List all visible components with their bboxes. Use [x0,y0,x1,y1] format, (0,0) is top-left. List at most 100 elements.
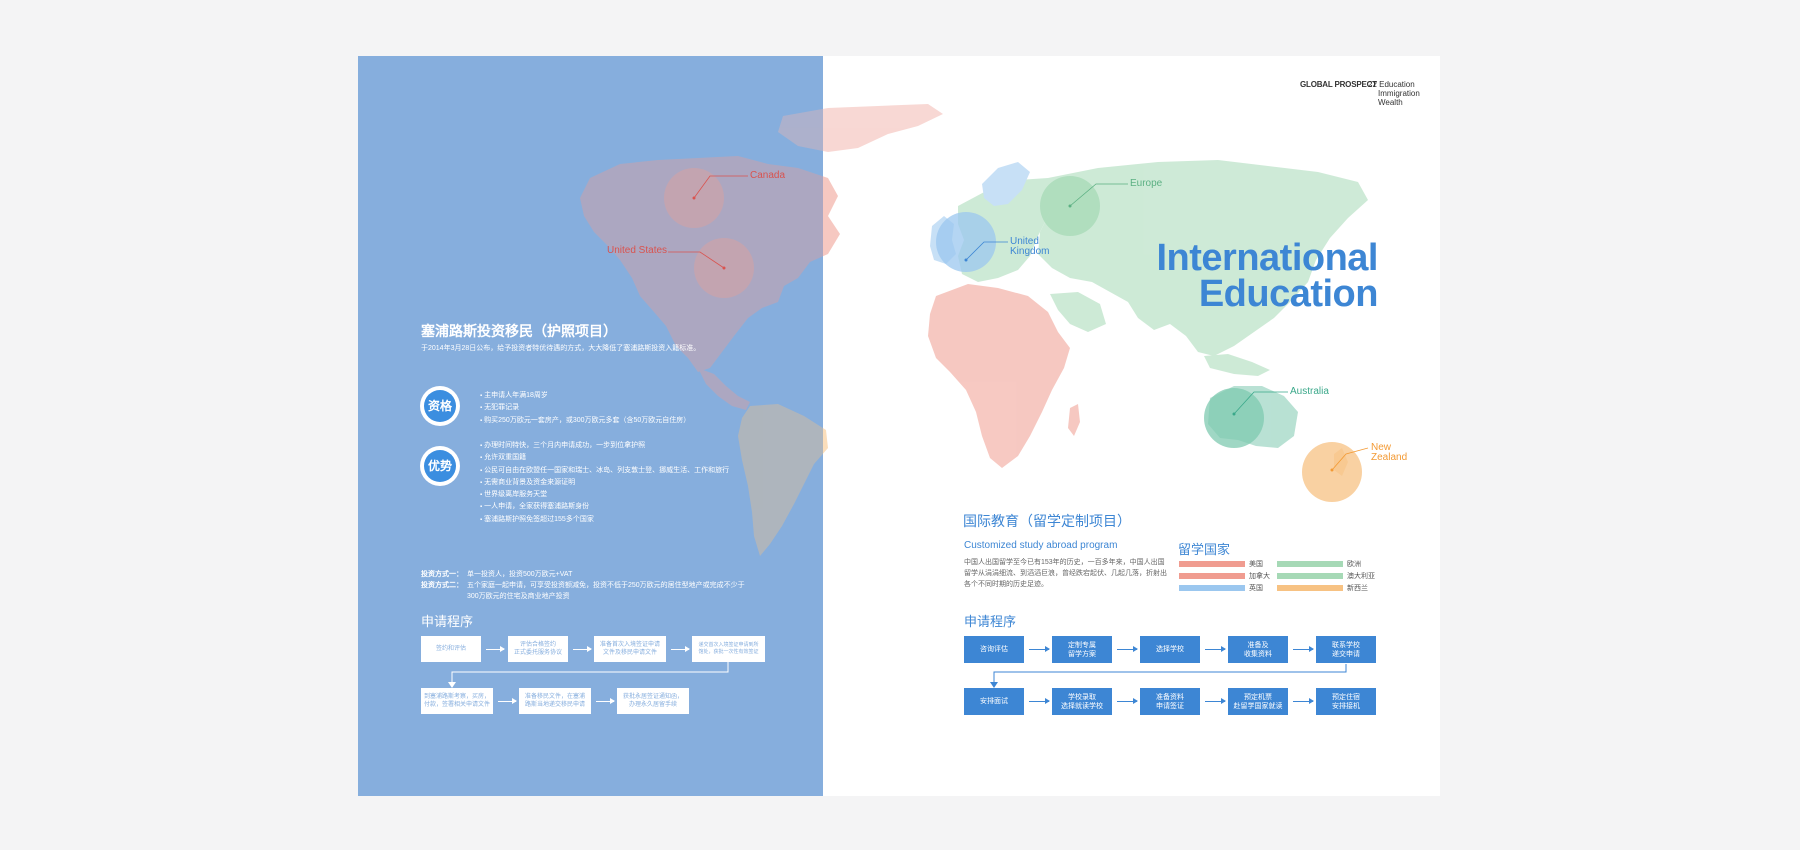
left-process-title: 申请程序 [421,614,474,629]
madagascar-landmass [1068,404,1080,436]
map-label-nz-line2: Zealand [1371,452,1408,463]
list-item: 无需商业背景及资金来源证明 [480,477,729,489]
step-text: 文件及移民申请文件 [602,650,657,656]
list-item: 公民可自由在欧盟任一国家和瑞士、冰岛、列支敦士登、挪威生活、工作和旅行 [480,465,729,477]
arrow-right-icon [671,646,690,652]
arrow-right-icon [1117,646,1138,652]
arrow-right-icon [1029,646,1050,652]
legend-swatch [1277,561,1343,567]
list-item: 一人申请，全家获得塞浦路斯身份 [480,501,729,513]
map-label-europe: Europe [1130,178,1163,189]
step-text: 准备资料 [1156,693,1184,701]
legend-swatch [1179,561,1245,567]
left-step-1: 签约和评估 [421,636,481,662]
right-step-2: 定制专属 留学方案 [1052,636,1112,663]
investment-method-1: 投资方式一： 单一投资人，投资500万欧元+VAT [421,569,745,580]
step-text: 选择就读学校 [1061,702,1103,710]
step-text: 联系学校 [1332,641,1360,649]
header-category: Wealth [1378,98,1403,107]
step-text: 赴留学国家就读 [1233,702,1283,710]
legend-swatch [1277,573,1343,579]
advantage-badge: 优势 [420,446,460,486]
right-page-title: 国际教育（留学定制项目） [963,513,1131,529]
arrow-right-icon [1117,698,1138,704]
list-item: 塞浦路斯护照免签超过155多个国家 [480,514,729,526]
australia-circle [1204,388,1264,448]
qualification-list: 主申请人年满18周岁 无犯罪记录 购买250万欧元一套房产，或300万欧元多套（… [480,390,690,427]
left-step-4: 递交首次入境签证申请到所 馆处，获批一次性有效签证 [692,636,765,662]
qualification-badge-label: 资格 [424,390,456,422]
legend-label: 新西兰 [1347,585,1368,592]
investment-method-2: 投资方式二： 五个家庭一起申请，可享受投资额减免，投资不低于250万欧元的居住型… [421,580,745,591]
right-flow-connector [990,664,1347,688]
arrow-right-icon [486,646,505,652]
left-step-3: 准备首次入境签证申请 文件及移民申请文件 [594,636,666,662]
left-page-subtitle: 于2014年3月28日公布，给予投资者特优待遇的方式，大大降低了塞浦路斯投资入籍… [421,345,701,352]
left-step-2: 评估合格签约 正式委托服务协议 [508,636,568,662]
step-text: 安排接机 [1332,702,1360,710]
arrow-right-icon [1029,698,1050,704]
advantage-badge-label: 优势 [424,450,456,482]
left-step-7: 获批永居签证通知函， 办理永久居留手续 [617,688,689,714]
step-text: 咨询评估 [980,646,1008,653]
investment-method-1-key: 投资方式一： [421,571,463,578]
list-item: 无犯罪记录 [480,402,690,414]
brochure-spread: Canada United States Europe United Kingd… [358,56,1440,796]
right-step-10: 预定住宿 安排接机 [1316,688,1376,715]
step-text: 选择学校 [1156,646,1184,653]
step-text: 学校录取 [1068,693,1096,701]
islands-landmass [1204,354,1270,376]
investment-method-2-cont: 300万欧元的住宅及商业地产投资 [421,591,745,602]
header-categories: 22 Education Immigration Wealth [1368,80,1420,107]
step-text: 申请签证 [1156,702,1184,710]
investment-methods: 投资方式一： 单一投资人，投资500万欧元+VAT 投资方式二： 五个家庭一起申… [421,569,745,602]
legend-label: 欧洲 [1347,561,1361,568]
list-item: 购买250万欧元一套房产，或300万欧元多套（含50万欧元自住房） [480,415,690,427]
legend-label: 加拿大 [1249,573,1270,580]
legend-swatch [1179,573,1245,579]
right-step-6: 安排面试 [964,688,1024,715]
investment-method-2-key: 投资方式二： [421,582,463,589]
middle-east-landmass [1050,292,1106,332]
step-text: 预定住宿 [1332,693,1360,701]
arrow-right-icon [1293,698,1314,704]
step-text: 定制专属 [1068,641,1096,649]
right-step-9: 预定机票 赴留学国家就读 [1228,688,1288,715]
arrow-right-icon [1293,646,1314,652]
step-text: 正式委托服务协议 [513,650,562,656]
step-text: 递交首次入境签证申请到所 [698,642,759,648]
step-text: 收集资料 [1244,650,1272,658]
step-text: 递交申请 [1332,650,1360,658]
left-page-title: 塞浦路斯投资移民（护照项目） [421,323,617,339]
left-step-5: 到塞浦路斯考察，买房， 付款，签署相关申请文件 [421,688,493,714]
arrow-right-icon [573,646,592,652]
left-flow-connector [448,662,729,688]
advantage-list: 办理时间特快，三个月内申请成功，一步到位拿护照 允许双重国籍 公民可自由在欧盟任… [480,440,729,526]
right-process-title: 申请程序 [964,614,1017,629]
main-title-line1: International [1156,237,1378,279]
map-label-australia: Australia [1290,386,1329,397]
right-step-8: 准备资料 申请签证 [1140,688,1200,715]
step-text: 到塞浦路斯考察，买房， [423,694,490,700]
investment-method-2-value: 五个家庭一起申请，可享受投资额减免，投资不低于250万欧元的居住型地产或完成不少… [467,582,745,589]
left-step-6: 准备移民文件，在塞浦 路斯当地递交移民申请 [519,688,591,714]
right-page-description: 中国人出国留学至今已有153年的历史，一百多年来，中国人出国留学从涓涓细流、到滔… [964,559,1167,588]
list-item: 世界级离岸服务天堂 [480,489,729,501]
step-text: 准备及 [1247,641,1269,649]
arrow-right-icon [1205,646,1226,652]
step-text: 路斯当地递交移民申请 [524,702,585,708]
legend-swatch [1277,585,1343,591]
legend-label: 英国 [1249,585,1263,592]
right-step-3: 选择学校 [1140,636,1200,663]
step-text: 付款，签署相关申请文件 [423,702,490,708]
right-step-5: 联系学校 递交申请 [1316,636,1376,663]
nz-circle [1302,442,1362,502]
arrow-right-icon [596,698,615,704]
investment-method-2-value-cont: 300万欧元的住宅及商业地产投资 [467,593,570,600]
arrow-right-icon [1205,698,1226,704]
step-text: 签约和评估 [435,646,466,652]
legend-swatch [1179,585,1245,591]
list-item: 办理时间特快，三个月内申请成功，一步到位拿护照 [480,440,729,452]
investment-method-1-value: 单一投资人，投资500万欧元+VAT [467,571,573,578]
right-page-subtitle: Customized study abroad program [964,540,1118,551]
